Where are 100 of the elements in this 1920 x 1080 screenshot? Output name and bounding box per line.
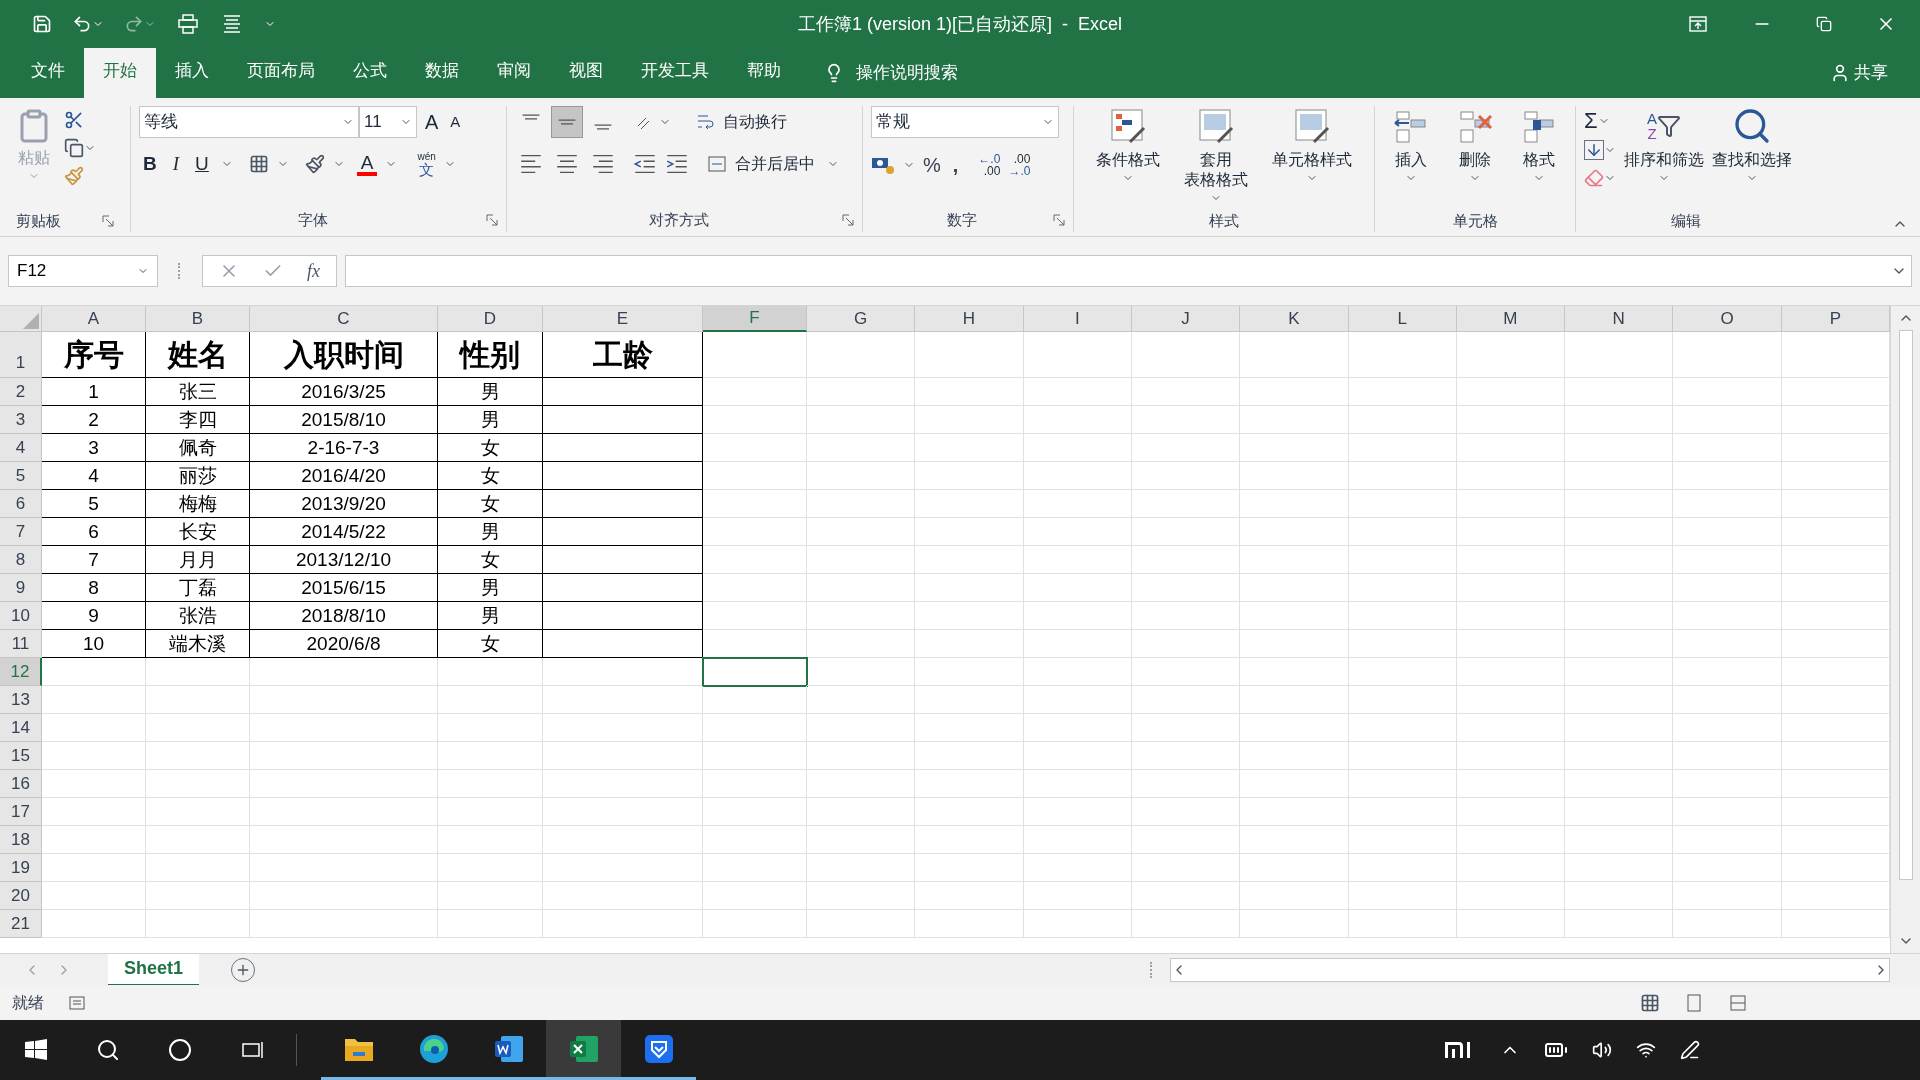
formula-input[interactable]: [345, 255, 1912, 287]
dialog-launcher-icon[interactable]: [102, 214, 114, 227]
row-header[interactable]: 15: [0, 742, 42, 770]
undo-icon[interactable]: [72, 14, 92, 34]
column-header[interactable]: H: [915, 306, 1024, 332]
restore-icon[interactable]: [1816, 16, 1832, 32]
row-header[interactable]: 18: [0, 826, 42, 854]
column-header[interactable]: P: [1781, 306, 1890, 332]
row-header[interactable]: 9: [0, 574, 42, 602]
ribbon-tab[interactable]: 开始: [84, 48, 156, 98]
row-header[interactable]: 3: [0, 406, 42, 434]
column-header[interactable]: L: [1348, 306, 1457, 332]
column-header[interactable]: J: [1131, 306, 1241, 332]
row-header[interactable]: 6: [0, 490, 42, 518]
copy-icon[interactable]: [64, 138, 84, 158]
row-header[interactable]: 11: [0, 630, 42, 658]
column-header[interactable]: C: [250, 306, 438, 332]
ribbon-button[interactable]: 格式: [1515, 106, 1563, 184]
column-header[interactable]: M: [1456, 306, 1566, 332]
row-header[interactable]: 19: [0, 854, 42, 882]
save-icon[interactable]: [32, 14, 52, 34]
print-preview-icon[interactable]: [176, 12, 200, 36]
column-header[interactable]: F: [703, 306, 807, 332]
ribbon-tab[interactable]: 数据: [406, 48, 478, 98]
dialog-launcher-icon[interactable]: [486, 214, 498, 226]
column-header[interactable]: G: [807, 306, 916, 332]
volume-icon[interactable]: [1592, 1040, 1612, 1060]
tell-me-search[interactable]: 操作说明搜索: [856, 60, 958, 86]
shrink-font-button[interactable]: A: [446, 110, 465, 134]
share-button[interactable]: 共享: [1854, 60, 1888, 86]
swirl-app-icon[interactable]: [417, 1032, 450, 1065]
sheet-tab[interactable]: Sheet1: [108, 953, 200, 986]
number-format-dropdown[interactable]: 常规: [871, 106, 1059, 138]
row-header[interactable]: 16: [0, 770, 42, 798]
fill-down-icon[interactable]: [1584, 140, 1604, 160]
name-box[interactable]: F12: [8, 255, 158, 287]
column-header[interactable]: E: [543, 306, 703, 332]
font-color-button[interactable]: A: [356, 152, 378, 176]
row-header[interactable]: 2: [0, 378, 42, 406]
phonetic-button[interactable]: wén 文: [417, 151, 436, 177]
wrap-text-button[interactable]: 自动换行: [695, 110, 787, 134]
row-header[interactable]: 10: [0, 602, 42, 630]
ribbon-button[interactable]: 单元格样式: [1268, 106, 1356, 204]
ribbon-tab[interactable]: 开发工具: [622, 48, 728, 98]
row-header[interactable]: 14: [0, 714, 42, 742]
column-header[interactable]: D: [438, 306, 543, 332]
column-header[interactable]: A: [42, 306, 146, 332]
row-header[interactable]: 4: [0, 434, 42, 462]
share-person-icon[interactable]: [1830, 63, 1850, 83]
row-header[interactable]: 13: [0, 686, 42, 714]
row-header[interactable]: 21: [0, 910, 42, 938]
dialog-launcher-icon[interactable]: [1053, 214, 1065, 226]
comma-button[interactable]: ,: [948, 150, 963, 180]
dialog-launcher-icon[interactable]: [842, 214, 854, 226]
row-header[interactable]: 20: [0, 882, 42, 910]
borders-icon[interactable]: [248, 154, 269, 175]
vertical-align-button[interactable]: [551, 106, 583, 138]
insert-function-button[interactable]: fx: [307, 257, 320, 285]
percent-button[interactable]: %: [923, 150, 941, 180]
windows-start-icon[interactable]: [24, 1038, 48, 1062]
pen-icon[interactable]: [1680, 1040, 1700, 1060]
font-size-dropdown[interactable]: 11: [359, 106, 417, 138]
vertical-scrollbar[interactable]: [1890, 306, 1920, 953]
ribbon-tab[interactable]: 页面布局: [228, 48, 334, 98]
row-header[interactable]: 5: [0, 462, 42, 490]
ribbon-display-icon[interactable]: [1688, 14, 1708, 34]
scroll-thumb[interactable]: [1898, 330, 1913, 880]
fill-color-icon[interactable]: [304, 154, 325, 175]
search-icon[interactable]: [96, 1038, 120, 1062]
wifi-icon[interactable]: [1636, 1040, 1656, 1060]
ribbon-tab[interactable]: 帮助: [728, 48, 800, 98]
ribbon-button[interactable]: 删除: [1451, 106, 1499, 184]
cortana-circle-icon[interactable]: [168, 1038, 192, 1062]
column-header[interactable]: B: [146, 306, 250, 332]
active-cell[interactable]: [703, 658, 807, 686]
ribbon-tab[interactable]: 审阅: [478, 48, 550, 98]
ribbon-button[interactable]: 插入: [1387, 106, 1435, 184]
shield-app-icon[interactable]: [642, 1032, 675, 1065]
row-header[interactable]: 8: [0, 546, 42, 574]
column-header[interactable]: O: [1673, 306, 1782, 332]
redo-icon[interactable]: [124, 14, 144, 34]
column-header[interactable]: K: [1240, 306, 1349, 332]
ribbon-tab[interactable]: 插入: [156, 48, 228, 98]
column-header[interactable]: N: [1565, 306, 1674, 332]
row-header[interactable]: 7: [0, 518, 42, 546]
cut-icon[interactable]: [64, 110, 84, 130]
ribbon-tab[interactable]: 文件: [12, 48, 84, 98]
sort-filter-button[interactable]: A Z 排序和筛选: [1624, 106, 1704, 188]
bold-button[interactable]: B: [139, 150, 161, 179]
grow-font-button[interactable]: A: [421, 107, 443, 137]
row-header[interactable]: 1: [0, 332, 42, 378]
horizontal-scrollbar[interactable]: [1170, 957, 1890, 982]
increase-decimal-button[interactable]: ←.0 .00: [978, 153, 1001, 177]
ribbon-button[interactable]: 套用 表格格式: [1180, 106, 1252, 204]
normal-view-icon[interactable]: [1640, 992, 1660, 1013]
find-select-button[interactable]: 查找和选择: [1712, 106, 1792, 188]
currency-icon[interactable]: [871, 155, 895, 175]
italic-button[interactable]: I: [168, 150, 184, 179]
ribbon-button[interactable]: 条件格式: [1092, 106, 1164, 204]
row-header[interactable]: 17: [0, 798, 42, 826]
